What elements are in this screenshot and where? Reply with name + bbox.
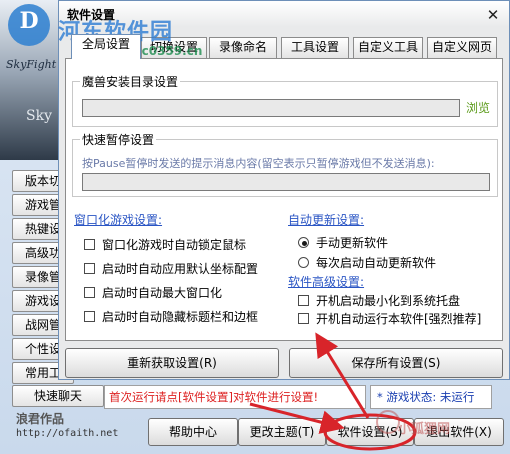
default-coords-label: 启动时自动应用默认坐标配置	[102, 262, 259, 276]
tab-global-settings[interactable]: 全局设置	[71, 34, 141, 59]
auto-update-radio[interactable]	[298, 257, 309, 268]
tab-custom-web[interactable]: 自定义网页	[427, 37, 497, 58]
default-coords-checkbox[interactable]	[84, 263, 95, 274]
game-status-label: * 游戏状态: 未运行	[370, 385, 492, 409]
banner-text: Sky	[26, 108, 52, 124]
hide-titlebar-checkbox[interactable]	[84, 311, 95, 322]
auto-maximize-label: 启动时自动最大窗口化	[102, 286, 223, 300]
change-theme-button[interactable]: 更改主题(T)	[238, 418, 326, 446]
watermark2-fox-icon	[376, 410, 400, 434]
settings-dialog: 软件设置 ✕ 全局设置 切换设置 录像命名 工具设置 自定义工具 自定义网页 魔…	[58, 0, 510, 380]
reload-settings-button[interactable]: 重新获取设置(R)	[65, 348, 279, 378]
author-label: 浪君作品	[16, 412, 65, 426]
watermark2-site: 小狐狸网	[398, 422, 451, 437]
install-dir-field[interactable]	[82, 99, 460, 117]
manual-update-label: 手动更新软件	[316, 236, 389, 250]
close-icon[interactable]: ✕	[485, 8, 501, 24]
auto-update-heading: 自动更新设置:	[288, 213, 365, 227]
auto-update-label: 每次启动自动更新软件	[316, 256, 437, 270]
minimize-tray-label: 开机启动最小化到系统托盘	[316, 294, 461, 308]
autostart-label: 开机自动运行本软件[强烈推荐]	[316, 312, 482, 326]
lock-mouse-label: 窗口化游戏时自动锁定鼠标	[102, 238, 247, 252]
help-center-button[interactable]: 帮助中心	[148, 418, 238, 446]
manual-update-radio[interactable]	[298, 237, 309, 248]
lock-mouse-checkbox[interactable]	[84, 239, 95, 250]
tab-replay-naming[interactable]: 录像命名	[209, 37, 277, 58]
windowed-heading: 窗口化游戏设置:	[74, 213, 163, 227]
autostart-checkbox[interactable]	[298, 313, 309, 324]
pause-heading: 快速暂停设置	[80, 131, 157, 148]
hide-titlebar-label: 启动时自动隐藏标题栏和边框	[102, 310, 259, 324]
pause-hint: 按Pause暂停时发送的提示消息内容(留空表示只暂停游戏但不发送消息):	[82, 157, 435, 170]
watermark-logo-letter: D	[19, 8, 39, 34]
pause-message-field[interactable]	[82, 173, 490, 191]
tab-tool-settings[interactable]: 工具设置	[281, 37, 349, 58]
app-brand: SkyFight	[6, 58, 57, 71]
auto-maximize-checkbox[interactable]	[84, 287, 95, 298]
tab-custom-tools[interactable]: 自定义工具	[353, 37, 423, 58]
browse-button[interactable]: 浏览	[466, 99, 490, 116]
tab-panel-global: 魔兽安装目录设置 浏览 快速暂停设置 按Pause暂停时发送的提示消息内容(留空…	[65, 58, 503, 341]
install-dir-heading: 魔兽安装目录设置	[80, 73, 181, 90]
quick-chat-button[interactable]: 快速聊天	[12, 385, 104, 407]
advanced-heading: 软件高级设置:	[288, 275, 365, 289]
save-all-button[interactable]: 保存所有设置(S)	[289, 348, 503, 378]
minimize-tray-checkbox[interactable]	[298, 295, 309, 306]
author-url-link[interactable]: http://ofaith.net	[16, 428, 118, 439]
status-message: 首次运行请点[软件设置]对软件进行设置!	[104, 385, 366, 409]
